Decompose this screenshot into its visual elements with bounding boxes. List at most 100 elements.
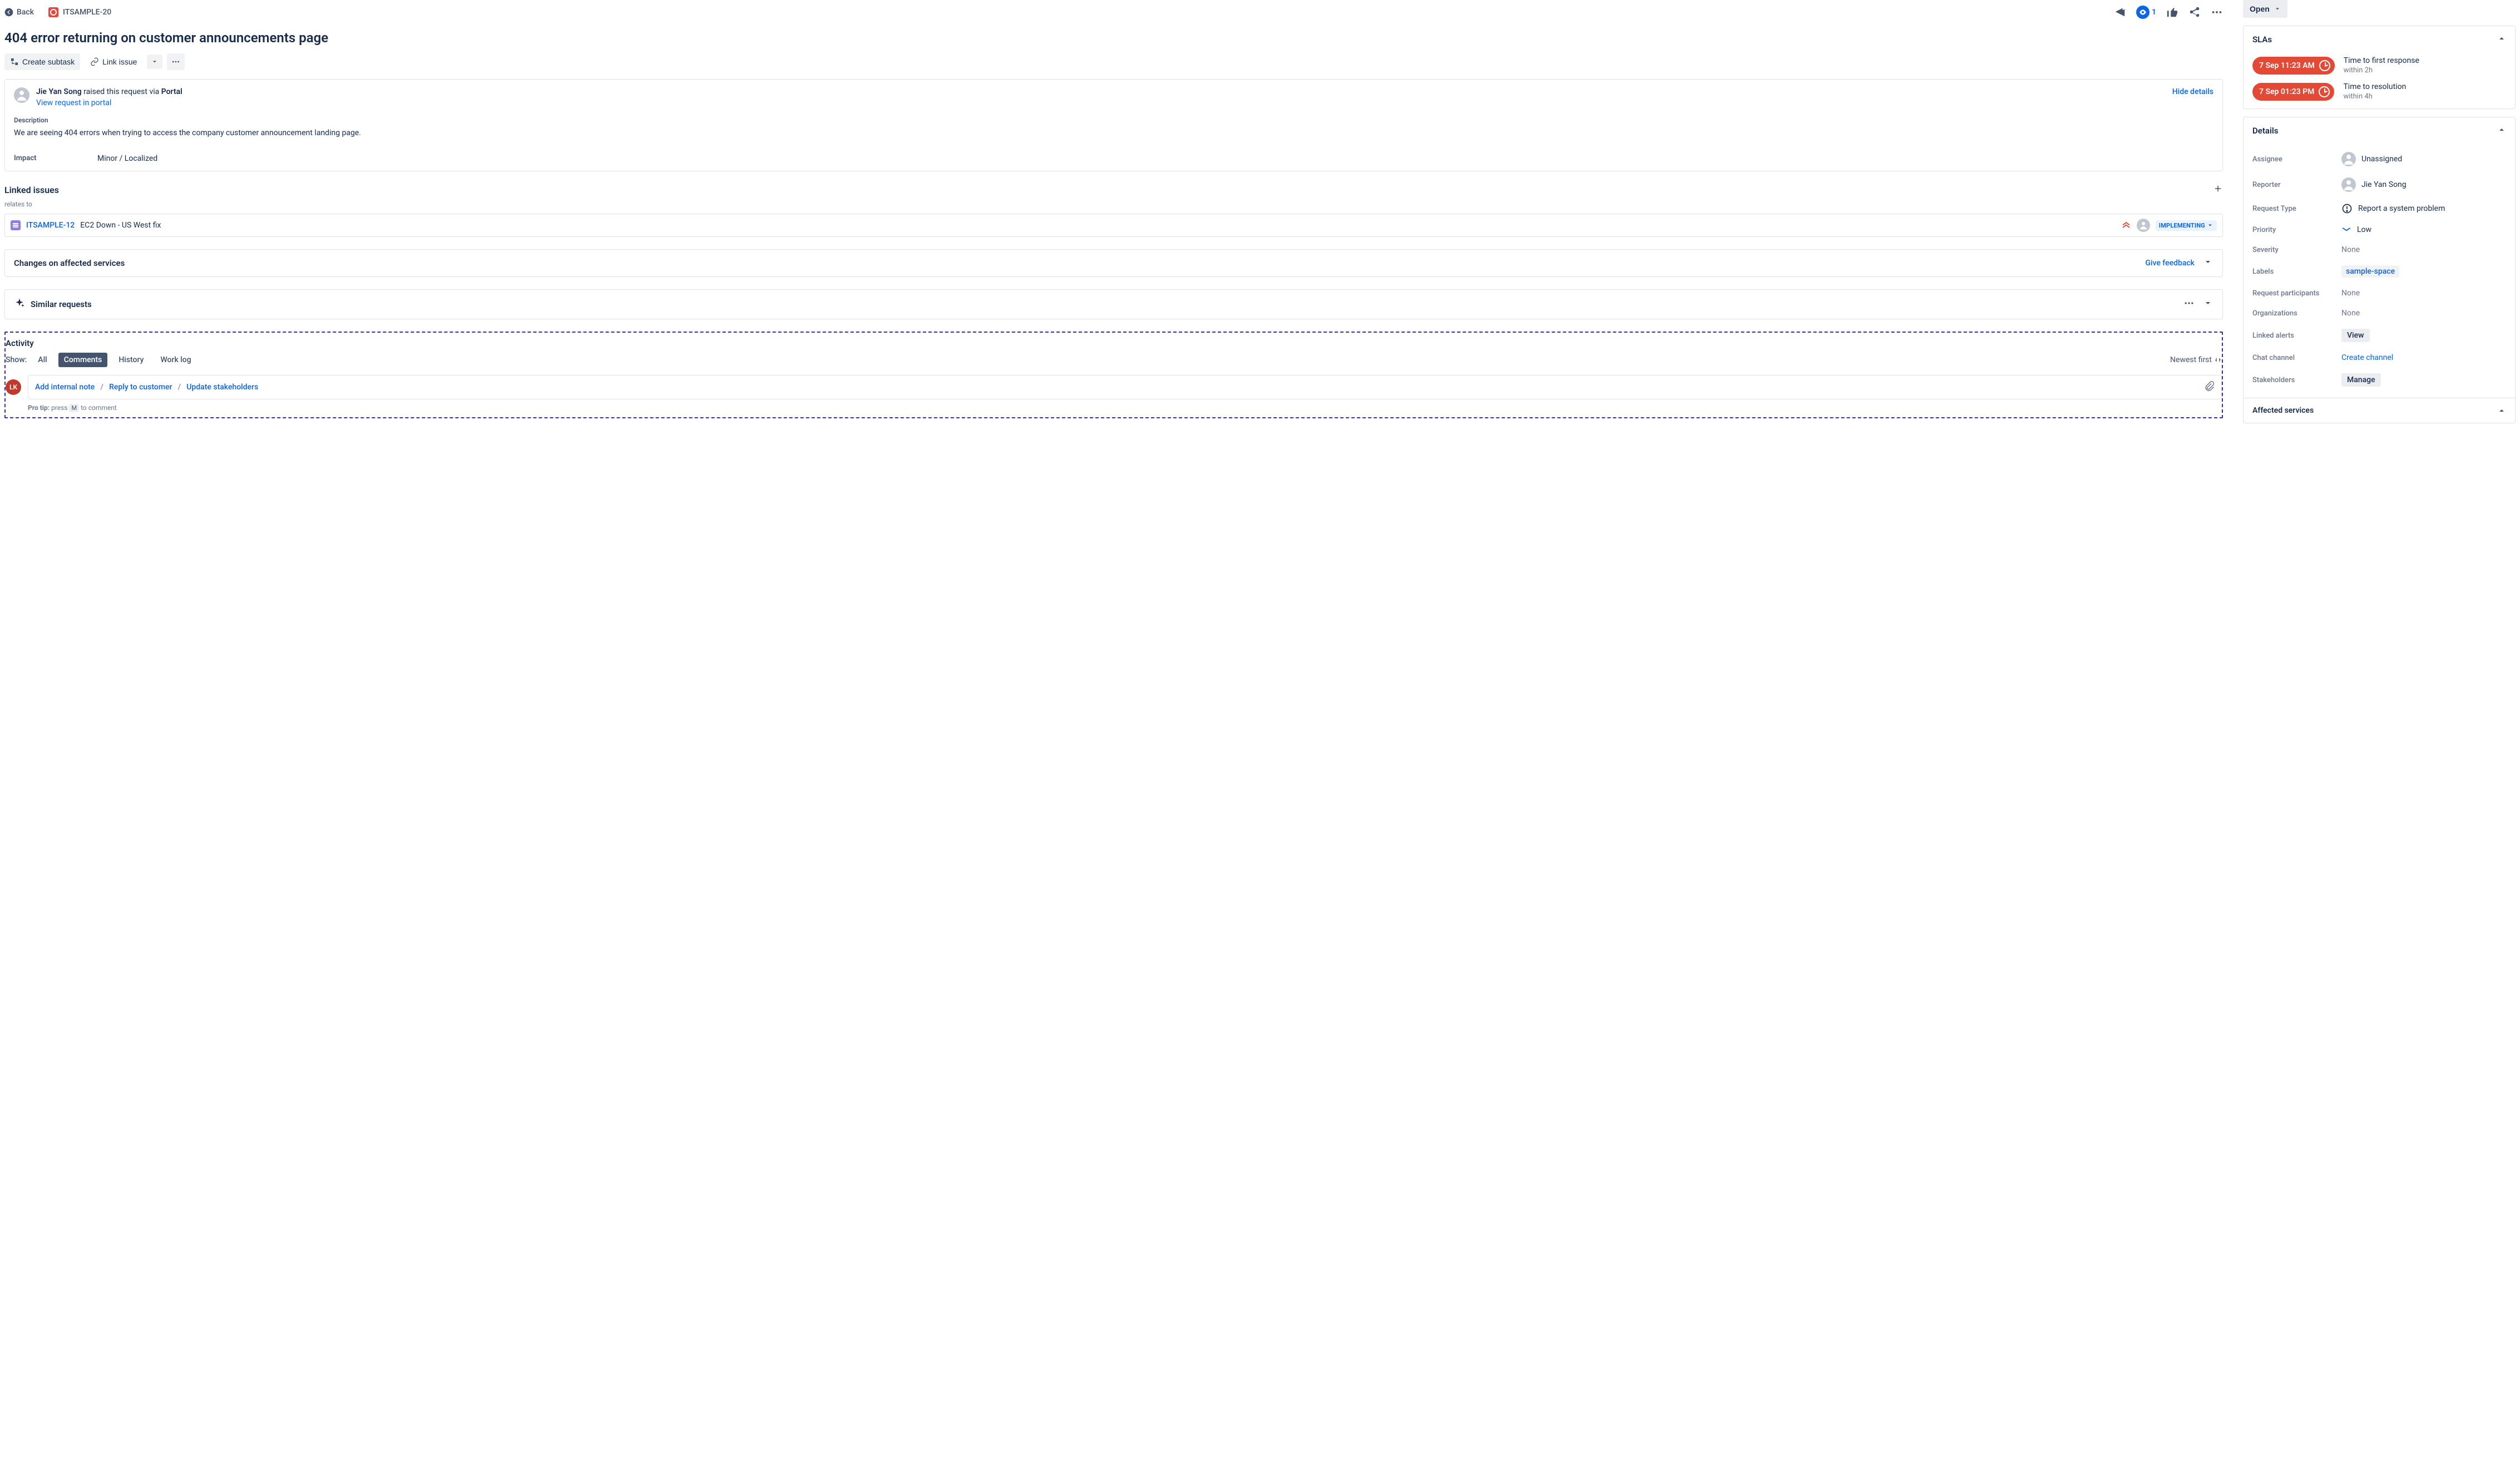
- collapse-slas[interactable]: [2497, 34, 2506, 45]
- sparkle-icon: [14, 298, 25, 311]
- description-label: Description: [14, 116, 2213, 124]
- requester-line: Jie Yan Song raised this request via Por…: [36, 87, 2166, 96]
- details-heading: Details: [2252, 126, 2278, 136]
- dots-icon: [171, 57, 180, 66]
- manage-stakeholders-chip[interactable]: Manage: [2341, 373, 2381, 387]
- slas-panel: SLAs 7 Sep 11:23 AM Time to first respon…: [2243, 26, 2516, 109]
- linked-relation: relates to: [4, 200, 2223, 208]
- sla-row: 7 Sep 11:23 AM Time to first response wi…: [2252, 56, 2506, 75]
- avatar-icon: [2341, 152, 2356, 166]
- arrow-left-icon: [4, 8, 13, 17]
- expand-affected-services[interactable]: [2203, 258, 2213, 269]
- detail-participants[interactable]: Request participants None: [2252, 283, 2506, 303]
- affected-services-row[interactable]: Affected services: [2244, 398, 2515, 423]
- linked-issues-section: Linked issues relates to ITSAMPLE-12 EC2…: [4, 184, 2223, 237]
- update-stakeholders-link[interactable]: Update stakeholders: [186, 383, 258, 392]
- detail-stakeholders[interactable]: Stakeholders Manage: [2252, 368, 2506, 392]
- feedback-icon[interactable]: [2114, 6, 2126, 18]
- chevron-up-icon: [2497, 406, 2506, 415]
- slas-heading: SLAs: [2252, 34, 2272, 45]
- current-user-avatar: LK: [6, 379, 21, 395]
- create-channel-link[interactable]: Create channel: [2341, 353, 2393, 362]
- attach-icon[interactable]: [2205, 381, 2215, 393]
- clock-icon: [2319, 60, 2330, 71]
- request-summary-card: Jie Yan Song raised this request via Por…: [4, 79, 2223, 171]
- detail-request-type[interactable]: Request Type Report a system problem: [2252, 197, 2506, 220]
- like-icon[interactable]: [2166, 6, 2178, 18]
- linked-status-lozenge[interactable]: IMPLEMENTING: [2156, 220, 2217, 231]
- page-title: 404 error returning on customer announce…: [4, 30, 2223, 46]
- tab-worklog[interactable]: Work log: [155, 353, 196, 367]
- chevron-down-icon: [151, 58, 158, 65]
- toolbar-more-button[interactable]: [167, 53, 185, 70]
- impact-label: Impact: [14, 154, 97, 163]
- detail-linked-alerts[interactable]: Linked alerts View: [2252, 323, 2506, 348]
- detail-assignee[interactable]: Assignee Unassigned: [2252, 146, 2506, 172]
- similar-more-button[interactable]: [2183, 298, 2195, 311]
- sort-newest-first[interactable]: Newest first: [2170, 355, 2222, 364]
- priority-low-icon: [2341, 225, 2351, 234]
- share-icon[interactable]: [2188, 6, 2201, 18]
- linked-issue-key[interactable]: ITSAMPLE-12: [26, 221, 75, 230]
- alert-circle-icon: [2341, 203, 2353, 214]
- subtask-icon: [10, 57, 19, 66]
- detail-reporter[interactable]: Reporter Jie Yan Song: [2252, 172, 2506, 197]
- link-issue-dropdown[interactable]: [147, 55, 162, 69]
- hide-details-link[interactable]: Hide details: [2172, 87, 2213, 96]
- tab-all[interactable]: All: [32, 353, 52, 367]
- detail-severity[interactable]: Severity None: [2252, 240, 2506, 260]
- watch-button[interactable]: 1: [2136, 6, 2156, 19]
- reply-to-customer-link[interactable]: Reply to customer: [109, 383, 172, 392]
- similar-requests-card: Similar requests: [4, 289, 2223, 319]
- description-text: We are seeing 404 errors when trying to …: [14, 128, 2213, 137]
- create-subtask-button[interactable]: Create subtask: [4, 53, 80, 70]
- detail-priority[interactable]: Priority Low: [2252, 220, 2506, 240]
- sla-name: Time to first response: [2344, 56, 2419, 65]
- detail-labels[interactable]: Labels sample-space: [2252, 260, 2506, 283]
- affected-services-card: Changes on affected services Give feedba…: [4, 249, 2223, 277]
- linked-issues-heading: Linked issues: [4, 185, 59, 195]
- expand-similar-requests[interactable]: [2203, 299, 2213, 310]
- collapse-details[interactable]: [2497, 125, 2506, 136]
- linked-priority-icon: [2121, 219, 2131, 231]
- sla-time-pill: 7 Sep 01:23 PM: [2252, 83, 2334, 101]
- comment-compose-box[interactable]: Add internal note / Reply to customer / …: [28, 375, 2222, 399]
- add-linked-issue-button[interactable]: [2213, 184, 2223, 196]
- sla-row: 7 Sep 01:23 PM Time to resolution within…: [2252, 82, 2506, 101]
- issue-type-icon: [48, 7, 58, 17]
- link-issue-button[interactable]: Link issue: [85, 53, 142, 70]
- impact-value: Minor / Localized: [97, 154, 157, 163]
- linked-issue-type-icon: [11, 220, 21, 230]
- label-chip[interactable]: sample-space: [2341, 265, 2399, 278]
- linked-assignee-avatar: [2137, 219, 2150, 232]
- linked-issue-row[interactable]: ITSAMPLE-12 EC2 Down - US West fix IMPLE…: [4, 214, 2223, 237]
- add-internal-note-link[interactable]: Add internal note: [35, 383, 95, 392]
- give-feedback-link[interactable]: Give feedback: [2145, 259, 2195, 268]
- tab-history[interactable]: History: [113, 353, 149, 367]
- sla-time-pill: 7 Sep 11:23 AM: [2252, 57, 2335, 75]
- issue-key: ITSAMPLE-20: [63, 8, 111, 17]
- requester-avatar: [14, 87, 29, 103]
- avatar-icon: [2341, 177, 2356, 192]
- pro-tip-text: Pro tip: press M to comment: [28, 404, 2222, 412]
- chevron-down-icon: [2274, 6, 2281, 12]
- chevron-down-icon: [2207, 222, 2213, 229]
- sla-within: within 4h: [2343, 92, 2406, 101]
- activity-show-label: Show:: [6, 355, 27, 364]
- watch-count: 1: [2152, 8, 2156, 17]
- eye-icon: [2136, 6, 2150, 19]
- similar-requests-heading: Similar requests: [31, 299, 92, 309]
- breadcrumb-issue-key[interactable]: ITSAMPLE-20: [48, 7, 111, 17]
- back-label: Back: [17, 8, 34, 17]
- view-alerts-chip[interactable]: View: [2341, 329, 2370, 342]
- detail-chat-channel[interactable]: Chat channel Create channel: [2252, 348, 2506, 368]
- clock-icon: [2319, 86, 2330, 97]
- back-button[interactable]: Back: [4, 8, 34, 17]
- sla-within: within 2h: [2344, 66, 2419, 75]
- detail-organizations[interactable]: Organizations None: [2252, 303, 2506, 323]
- tab-comments[interactable]: Comments: [58, 353, 108, 367]
- status-dropdown[interactable]: Open: [2243, 0, 2287, 18]
- view-in-portal-link[interactable]: View request in portal: [36, 98, 2166, 107]
- details-panel: Details Assignee Unassigned Reporter Jie…: [2243, 117, 2516, 423]
- more-actions-icon[interactable]: [2211, 6, 2223, 18]
